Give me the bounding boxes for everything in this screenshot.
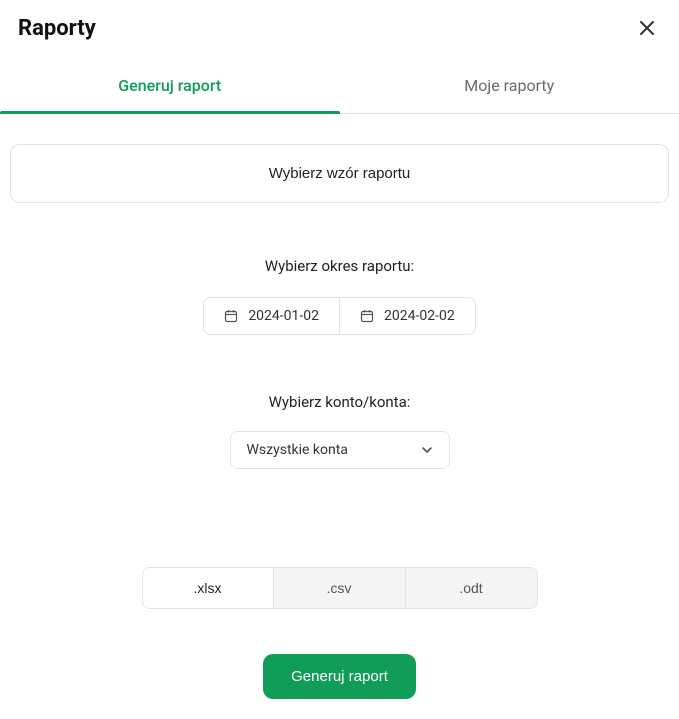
date-from-value: 2024-01-02 <box>248 308 319 324</box>
generate-report-button[interactable]: Generuj raport <box>263 654 416 699</box>
accounts-select[interactable]: Wszystkie konta <box>230 431 450 469</box>
modal-header: Raporty <box>0 0 679 52</box>
close-icon <box>637 18 657 38</box>
tab-generate-report[interactable]: Generuj raport <box>0 60 340 113</box>
chevron-down-icon <box>421 444 433 456</box>
calendar-icon <box>360 309 374 323</box>
date-to-input[interactable]: 2024-02-02 <box>339 297 476 335</box>
accounts-selected-value: Wszystkie konta <box>247 442 348 458</box>
tabs: Generuj raport Moje raporty <box>0 60 679 114</box>
period-label: Wybierz okres raportu: <box>265 257 414 275</box>
date-to-value: 2024-02-02 <box>384 308 455 324</box>
format-odt-button[interactable]: .odt <box>406 567 538 609</box>
modal-content: Wybierz wzór raportu Wybierz okres rapor… <box>0 114 679 654</box>
modal-title: Raporty <box>18 16 96 41</box>
format-options: .xlsx .csv .odt <box>142 567 538 609</box>
format-xlsx-button[interactable]: .xlsx <box>142 567 274 609</box>
modal-footer: Generuj raport <box>0 654 679 719</box>
date-range-row: 2024-01-02 2024-02-02 <box>203 297 475 335</box>
accounts-row: Wszystkie konta <box>230 431 450 469</box>
format-csv-button[interactable]: .csv <box>274 567 406 609</box>
tab-my-reports[interactable]: Moje raporty <box>340 60 679 113</box>
calendar-icon <box>224 309 238 323</box>
choose-template-button[interactable]: Wybierz wzór raportu <box>10 144 669 203</box>
date-from-input[interactable]: 2024-01-02 <box>203 297 339 335</box>
close-button[interactable] <box>633 14 661 42</box>
accounts-label: Wybierz konto/konta: <box>269 393 411 411</box>
reports-modal: Raporty Generuj raport Moje raporty Wybi… <box>0 0 679 719</box>
